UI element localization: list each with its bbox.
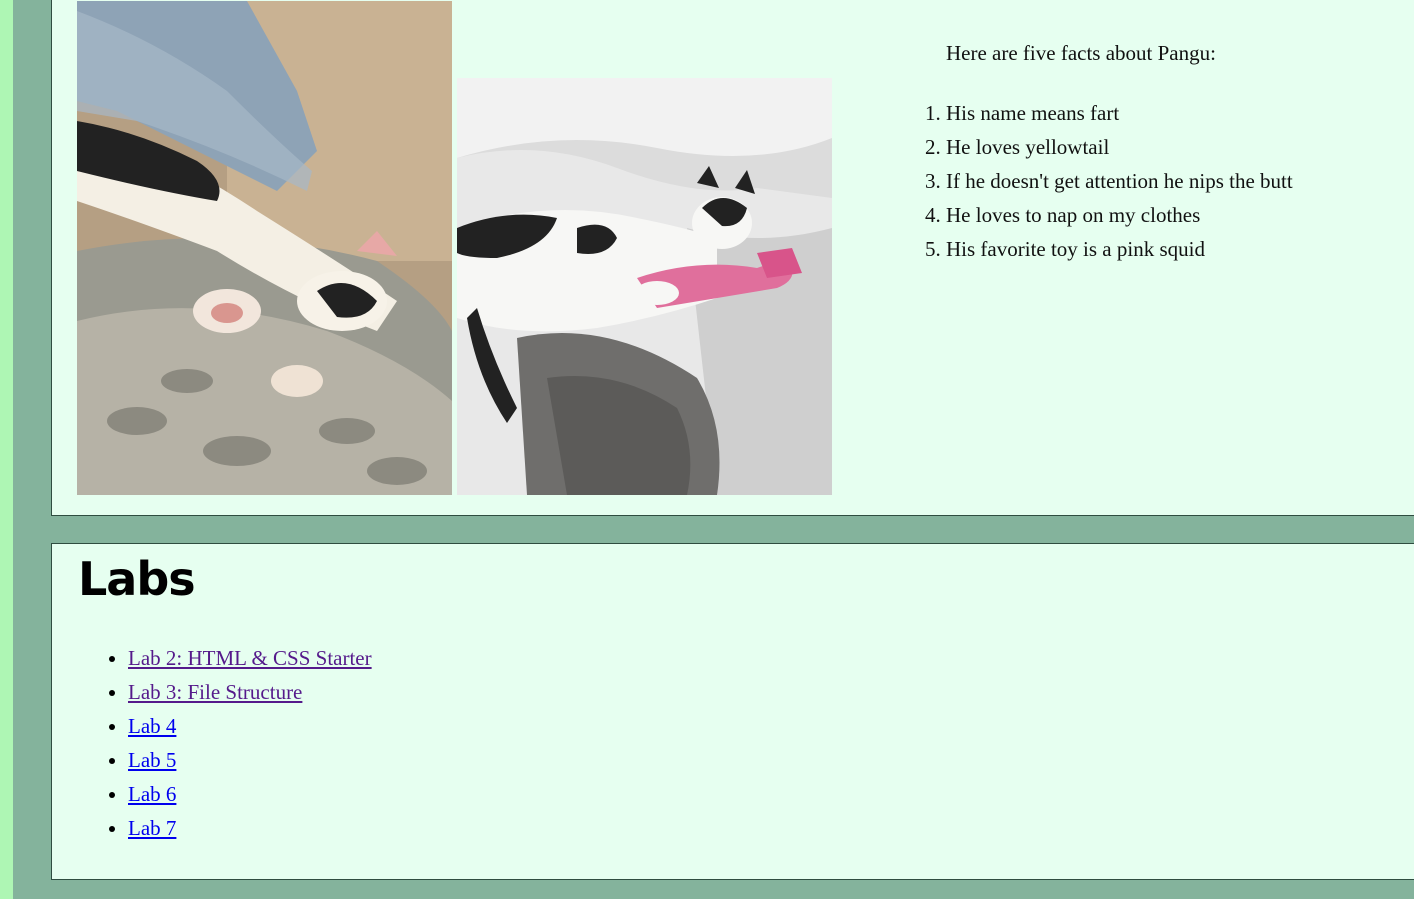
labs-section: Labs Lab 2: HTML & CSS Starter Lab 3: Fi…	[51, 543, 1414, 880]
lab-list-item: Lab 7	[128, 811, 372, 845]
lab-list-item: Lab 4	[128, 709, 372, 743]
facts-list: His name means fart He loves yellowtail …	[922, 96, 1293, 266]
cat-with-toy-photo	[457, 78, 832, 495]
fact-item: He loves to nap on my clothes	[946, 198, 1293, 232]
lab-list-item: Lab 5	[128, 743, 372, 777]
lab-list-item: Lab 3: File Structure	[128, 675, 372, 709]
labs-list: Lab 2: HTML & CSS Starter Lab 3: File St…	[107, 641, 372, 845]
lab-list-item: Lab 6	[128, 777, 372, 811]
fact-item: His favorite toy is a pink squid	[946, 232, 1293, 266]
labs-heading: Labs	[78, 552, 196, 606]
lab-5-link[interactable]: Lab 5	[128, 748, 176, 772]
cat-sleeping-photo	[77, 1, 452, 495]
lab-7-link[interactable]: Lab 7	[128, 816, 176, 840]
fact-item: His name means fart	[946, 96, 1293, 130]
pangu-section: Here are five facts about Pangu: His nam…	[51, 0, 1414, 516]
fact-item: If he doesn't get attention he nips the …	[946, 164, 1293, 198]
lab-4-link[interactable]: Lab 4	[128, 714, 176, 738]
left-accent-strip	[0, 0, 13, 899]
lab-2-link[interactable]: Lab 2: HTML & CSS Starter	[128, 646, 372, 670]
fact-item: He loves yellowtail	[946, 130, 1293, 164]
lab-6-link[interactable]: Lab 6	[128, 782, 176, 806]
lab-list-item: Lab 2: HTML & CSS Starter	[128, 641, 372, 675]
lab-3-link[interactable]: Lab 3: File Structure	[128, 680, 302, 704]
facts-intro: Here are five facts about Pangu:	[946, 41, 1216, 65]
